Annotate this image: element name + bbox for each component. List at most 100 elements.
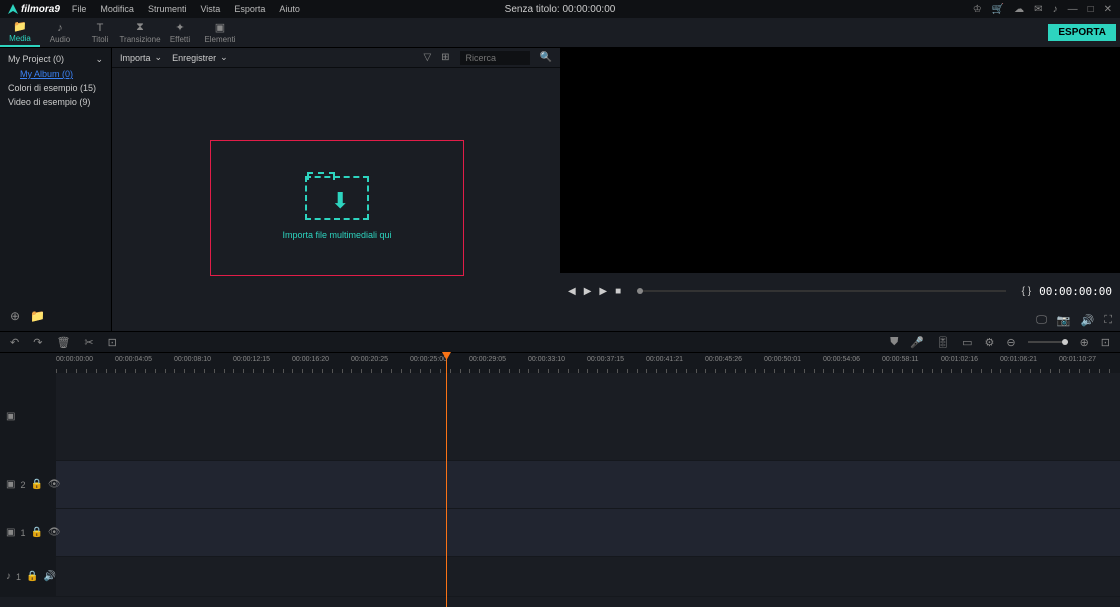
- settings-icon[interactable]: ⚙: [984, 336, 994, 349]
- video-icon: ▣: [6, 479, 15, 490]
- track-head-spacer: ▣: [0, 373, 56, 460]
- preview-panel: ◀ ▶ ▶ ■ { } 00:00:00:00 🖵 📷 🔊 ⛶: [560, 48, 1120, 331]
- folder-icon[interactable]: 📁: [30, 309, 45, 323]
- zoom-slider[interactable]: [1028, 341, 1068, 343]
- tab-elementi[interactable]: ▣ Elementi: [200, 19, 240, 47]
- minimize-icon[interactable]: —: [1068, 4, 1078, 15]
- ruler-mark: 00:00:41:21: [646, 356, 683, 363]
- play-icon[interactable]: ▶: [584, 286, 592, 297]
- cart-icon[interactable]: 🛒: [992, 4, 1004, 15]
- audio-icon: ♪: [6, 571, 11, 582]
- menu-aiuto[interactable]: Aiuto: [279, 4, 300, 14]
- next-icon[interactable]: ▶: [599, 286, 607, 297]
- importa-dropdown[interactable]: Importa ⌄: [120, 52, 162, 63]
- export-button[interactable]: ESPORTA: [1048, 24, 1116, 41]
- ruler-mark: 00:00:20:25: [351, 356, 388, 363]
- track-video-2[interactable]: ▣ 2 🔒 👁: [0, 461, 1120, 509]
- zoom-in-icon[interactable]: ⊕: [1080, 336, 1089, 349]
- mixer-icon[interactable]: 🎚: [936, 336, 950, 349]
- crop-icon[interactable]: ⊡: [108, 336, 117, 349]
- sidebar-colori[interactable]: Colori di esempio (15): [0, 81, 111, 95]
- titlebar-right: ♔ 🛒 ☁ ✉ ♪ — □ ✕: [973, 4, 1112, 15]
- effects-icon: ✦: [175, 21, 184, 34]
- tab-media[interactable]: 📁 Media: [0, 19, 40, 47]
- playhead[interactable]: [446, 352, 447, 607]
- ruler-mark: 00:00:29:05: [469, 356, 506, 363]
- tab-audio[interactable]: ♪ Audio: [40, 19, 80, 47]
- prev-icon[interactable]: ◀: [568, 286, 576, 297]
- ruler-mark: 00:00:04:05: [115, 356, 152, 363]
- sidebar-my-album[interactable]: My Album (0): [0, 67, 111, 81]
- ruler-mark: 00:00:00:00: [56, 356, 93, 363]
- menu-vista[interactable]: Vista: [200, 4, 220, 14]
- elements-icon: ▣: [215, 21, 225, 34]
- bell-icon[interactable]: ♪: [1053, 4, 1058, 15]
- split-icon[interactable]: ✂: [84, 336, 93, 349]
- ruler-mark: 00:00:12:15: [233, 356, 270, 363]
- tab-transizione[interactable]: ⧗ Transizione: [120, 19, 160, 47]
- text-icon: T: [97, 22, 104, 34]
- progress-thumb[interactable]: [637, 288, 643, 294]
- progress-bar[interactable]: [637, 290, 1006, 292]
- ratio-icon[interactable]: ▭: [962, 336, 972, 349]
- zoom-thumb[interactable]: [1062, 339, 1068, 345]
- menu-strumenti[interactable]: Strumenti: [148, 4, 187, 14]
- enregistrer-dropdown[interactable]: Enregistrer ⌄: [172, 52, 228, 63]
- sidebar-bottom: ⊕ 📁: [0, 303, 55, 329]
- fullscreen-icon[interactable]: ⛶: [1104, 314, 1112, 327]
- shield-icon[interactable]: ⛊: [890, 336, 898, 349]
- maximize-icon[interactable]: □: [1088, 4, 1094, 15]
- lock-icon[interactable]: 🔒: [30, 527, 42, 538]
- tab-titoli[interactable]: T Titoli: [80, 19, 120, 47]
- import-dropzone[interactable]: ⬇ Importa file multimediali qui: [210, 140, 464, 276]
- close-icon[interactable]: ✕: [1104, 4, 1112, 15]
- mute-icon[interactable]: 🔊: [43, 571, 55, 582]
- track-video-1[interactable]: ▣ 1 🔒 👁: [0, 509, 1120, 557]
- sidebar-my-project[interactable]: My Project (0) ⌄: [0, 52, 111, 67]
- add-folder-icon[interactable]: ⊕: [10, 309, 20, 323]
- menu-modifica[interactable]: Modifica: [100, 4, 134, 14]
- undo-icon[interactable]: ↶: [10, 336, 19, 349]
- track-audio-1[interactable]: ♪ 1 🔒 🔊: [0, 557, 1120, 597]
- grid-icon[interactable]: ⊞: [441, 52, 449, 63]
- delete-icon[interactable]: 🗑: [56, 336, 70, 349]
- ruler-mark: 00:00:16:20: [292, 356, 329, 363]
- ruler-mark: 00:00:33:10: [528, 356, 565, 363]
- media-toolbar: Importa ⌄ Enregistrer ⌄ ▽ ⊞ 🔍: [112, 48, 560, 68]
- ruler-mark: 00:00:58:11: [882, 356, 918, 363]
- ruler-mark: 00:00:25:00: [410, 356, 447, 363]
- fit-icon[interactable]: ⊡: [1101, 336, 1110, 349]
- titlebar: filmora9 File Modifica Strumenti Vista E…: [0, 0, 1120, 18]
- ruler-mark: 00:00:45:26: [705, 356, 742, 363]
- monitor-icon[interactable]: 🖵: [1036, 314, 1047, 327]
- search-input[interactable]: [460, 51, 530, 65]
- menu-esporta[interactable]: Esporta: [234, 4, 265, 14]
- ruler-mark: 00:00:54:06: [823, 356, 860, 363]
- cloud-icon[interactable]: ☁: [1014, 4, 1024, 15]
- volume-icon[interactable]: 🔊: [1081, 314, 1095, 327]
- preview-video[interactable]: [560, 48, 1120, 273]
- tool-tabs: 📁 Media ♪ Audio T Titoli ⧗ Transizione ✦…: [0, 18, 1120, 48]
- timeline-ruler[interactable]: 00:00:00:0000:00:04:0500:00:08:1000:00:1…: [0, 353, 1120, 373]
- project-icon: ▣: [6, 411, 15, 422]
- sidebar-video[interactable]: Video di esempio (9): [0, 95, 111, 109]
- mic-icon[interactable]: 🎤: [910, 336, 924, 349]
- camera-icon[interactable]: 📷: [1057, 314, 1071, 327]
- zoom-out-icon[interactable]: ⊖: [1006, 336, 1015, 349]
- stop-icon[interactable]: ■: [615, 286, 621, 297]
- menu-file[interactable]: File: [72, 4, 87, 14]
- ruler-mark: 00:01:10:27: [1059, 356, 1096, 363]
- search-icon[interactable]: 🔍: [540, 52, 552, 63]
- lock-icon[interactable]: 🔒: [26, 571, 38, 582]
- tracks: ▣ ▣ 2 🔒 👁 ▣ 1 🔒 👁 ♪ 1 🔒 🔊: [0, 373, 1120, 597]
- chevron-down-icon: ⌄: [220, 52, 228, 63]
- lock-icon[interactable]: 🔒: [30, 479, 42, 490]
- user-icon[interactable]: ♔: [973, 4, 982, 15]
- tab-effetti[interactable]: ✦ Effetti: [160, 19, 200, 47]
- main-row: My Project (0) ⌄ My Album (0) Colori di …: [0, 48, 1120, 331]
- eye-icon[interactable]: 👁: [48, 527, 61, 538]
- eye-icon[interactable]: 👁: [48, 479, 61, 490]
- filter-icon[interactable]: ▽: [423, 52, 431, 63]
- message-icon[interactable]: ✉: [1034, 4, 1042, 15]
- redo-icon[interactable]: ↷: [33, 336, 42, 349]
